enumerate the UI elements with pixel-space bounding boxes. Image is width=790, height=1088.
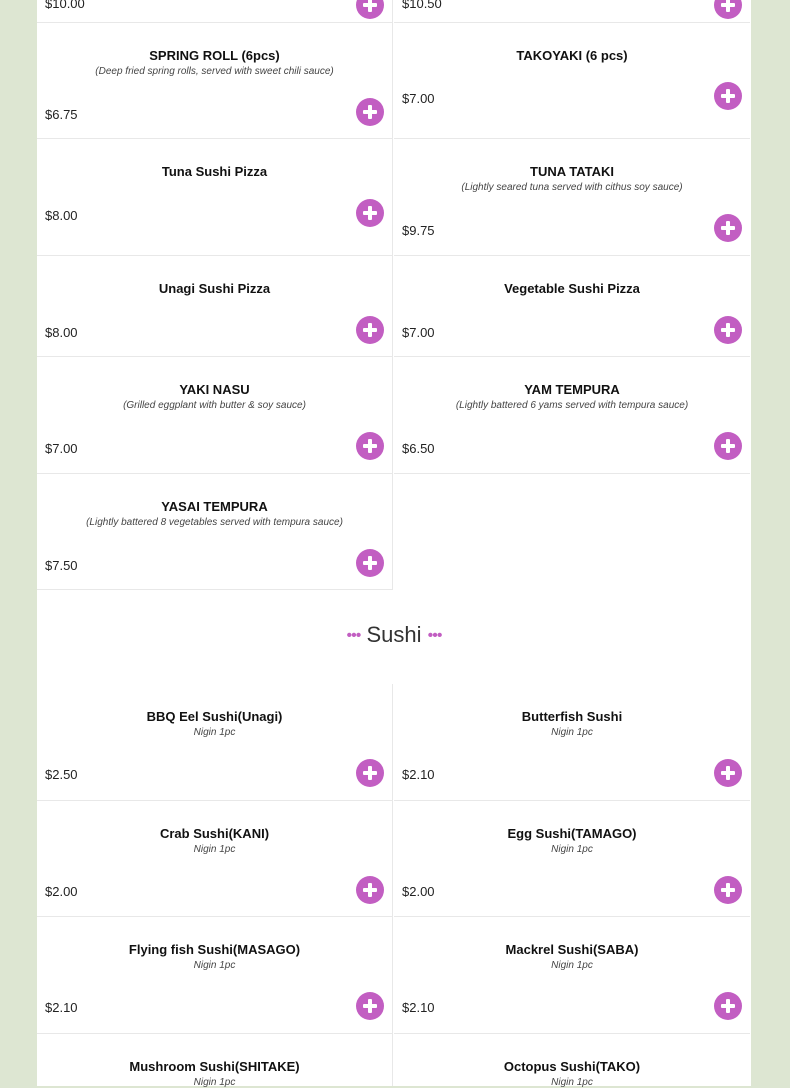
item-price: $10.50 — [402, 0, 442, 11]
add-to-cart-icon[interactable] — [356, 316, 384, 344]
add-to-cart-icon[interactable] — [356, 199, 384, 227]
menu-item-partial-right: $10.50 — [394, 0, 750, 23]
menu-item: YAKI NASU (Grilled eggplant with butter … — [37, 357, 393, 474]
menu-item: Butterfish Sushi Nigin 1pc $2.10 — [394, 684, 750, 801]
item-description: Nigin 1pc — [193, 1077, 236, 1088]
item-name: Unagi Sushi Pizza — [158, 281, 271, 296]
item-description: Nigin 1pc — [551, 727, 593, 738]
add-to-cart-icon[interactable] — [714, 876, 742, 904]
menu-item: SPRING ROLL (6pcs) (Deep fried spring ro… — [37, 23, 393, 139]
add-to-cart-icon[interactable] — [356, 0, 384, 19]
item-name: Mushroom Sushi(SHITAKE) — [129, 1059, 300, 1074]
item-description: Nigin 1pc — [193, 727, 236, 738]
item-description: (Lightly seared tuna served with cithus … — [461, 182, 683, 193]
item-description: (Lightly battered 8 vegetables served wi… — [86, 517, 343, 528]
item-description: (Deep fried spring rolls, served with sw… — [95, 66, 334, 77]
menu-panel: $10.00 $10.50 SPRING ROLL (6pcs) (Deep f… — [37, 0, 751, 1088]
item-name: Mackrel Sushi(SABA) — [505, 942, 639, 957]
add-to-cart-icon[interactable] — [714, 992, 742, 1020]
add-to-cart-icon[interactable] — [714, 316, 742, 344]
item-description: Nigin 1pc — [551, 1077, 593, 1088]
item-name: BBQ Eel Sushi(Unagi) — [146, 709, 283, 724]
item-description: Nigin 1pc — [193, 960, 236, 971]
add-to-cart-icon[interactable] — [714, 759, 742, 787]
add-to-cart-icon[interactable] — [356, 98, 384, 126]
item-price: $6.75 — [45, 107, 78, 122]
menu-item: Mushroom Sushi(SHITAKE) Nigin 1pc — [37, 1034, 393, 1088]
item-price: $7.50 — [45, 558, 78, 573]
menu-item: Vegetable Sushi Pizza $7.00 — [394, 256, 750, 357]
item-price: $8.00 — [45, 325, 78, 340]
menu-item: Unagi Sushi Pizza $8.00 — [37, 256, 393, 357]
item-price: $7.00 — [402, 325, 435, 340]
item-price: $10.00 — [45, 0, 85, 11]
item-price: $6.50 — [402, 441, 435, 456]
menu-item: Flying fish Sushi(MASAGO) Nigin 1pc $2.1… — [37, 917, 393, 1034]
item-description: (Grilled eggplant with butter & soy sauc… — [123, 400, 306, 411]
item-name: SPRING ROLL (6pcs) — [149, 48, 280, 63]
menu-item: YASAI TEMPURA (Lightly battered 8 vegeta… — [37, 474, 393, 590]
menu-item: TUNA TATAKI (Lightly seared tuna served … — [394, 139, 750, 256]
add-to-cart-icon[interactable] — [356, 432, 384, 460]
heading-dots-left: ••• — [346, 627, 362, 644]
menu-item: Octopus Sushi(TAKO) Nigin 1pc — [394, 1034, 750, 1088]
item-price: $2.10 — [402, 767, 435, 782]
item-name: Octopus Sushi(TAKO) — [503, 1059, 641, 1074]
item-price: $2.10 — [402, 1000, 435, 1015]
add-to-cart-icon[interactable] — [714, 432, 742, 460]
item-price: $2.00 — [402, 884, 435, 899]
add-to-cart-icon[interactable] — [714, 0, 742, 19]
menu-item-partial-left: $10.00 — [37, 0, 393, 23]
menu-item: Mackrel Sushi(SABA) Nigin 1pc $2.10 — [394, 917, 750, 1034]
menu-item: YAM TEMPURA (Lightly battered 6 yams ser… — [394, 357, 750, 474]
add-to-cart-icon[interactable] — [714, 82, 742, 110]
menu-item: BBQ Eel Sushi(Unagi) Nigin 1pc $2.50 — [37, 684, 393, 801]
item-name: Butterfish Sushi — [521, 709, 623, 724]
item-name: YAM TEMPURA — [524, 382, 620, 397]
item-price: $9.75 — [402, 223, 435, 238]
add-to-cart-icon[interactable] — [356, 759, 384, 787]
item-name: Vegetable Sushi Pizza — [504, 281, 640, 296]
item-description: Nigin 1pc — [551, 844, 593, 855]
item-name: YAKI NASU — [179, 382, 250, 397]
item-price: $8.00 — [45, 208, 78, 223]
menu-item: Tuna Sushi Pizza $8.00 — [37, 139, 393, 256]
item-price: $7.00 — [45, 441, 78, 456]
menu-item: Crab Sushi(KANI) Nigin 1pc $2.00 — [37, 801, 393, 917]
add-to-cart-icon[interactable] — [356, 992, 384, 1020]
item-price: $7.00 — [402, 91, 435, 106]
item-price: $2.50 — [45, 767, 78, 782]
add-to-cart-icon[interactable] — [356, 876, 384, 904]
section-heading: ••• Sushi ••• — [37, 622, 751, 648]
item-name: Crab Sushi(KANI) — [159, 826, 270, 841]
add-to-cart-icon[interactable] — [714, 214, 742, 242]
item-name: Flying fish Sushi(MASAGO) — [128, 942, 301, 957]
add-to-cart-icon[interactable] — [356, 549, 384, 577]
item-description: (Lightly battered 6 yams served with tem… — [455, 400, 689, 411]
item-name: YASAI TEMPURA — [161, 499, 268, 514]
item-name: Tuna Sushi Pizza — [161, 164, 268, 179]
item-name: TAKOYAKI (6 pcs) — [516, 48, 628, 63]
item-name: Egg Sushi(TAMAGO) — [507, 826, 637, 841]
section-title: Sushi — [366, 622, 422, 647]
item-price: $2.00 — [45, 884, 78, 899]
heading-dots-right: ••• — [427, 627, 443, 644]
menu-item: Egg Sushi(TAMAGO) Nigin 1pc $2.00 — [394, 801, 750, 917]
menu-item: TAKOYAKI (6 pcs) $7.00 — [394, 23, 750, 139]
item-description: Nigin 1pc — [193, 844, 236, 855]
item-price: $2.10 — [45, 1000, 78, 1015]
item-description: Nigin 1pc — [551, 960, 593, 971]
item-name: TUNA TATAKI — [530, 164, 614, 179]
